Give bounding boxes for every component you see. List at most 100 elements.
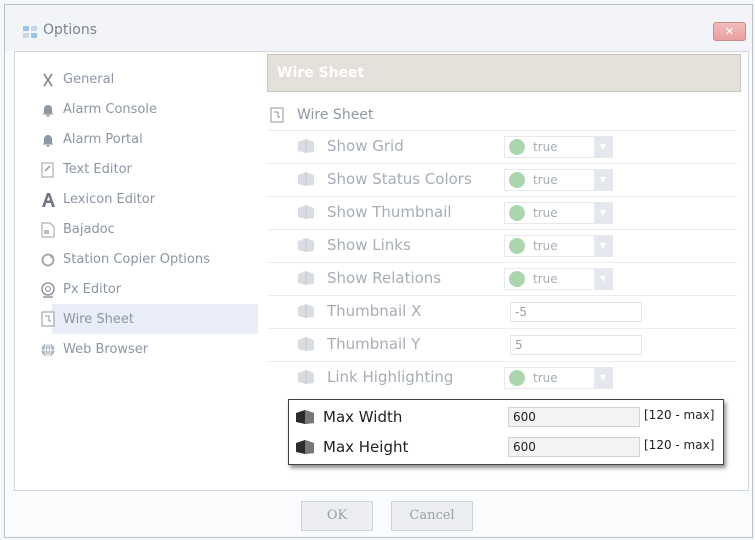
panel-header: Wire Sheet	[267, 54, 741, 92]
range-hint: [120 - max]	[644, 438, 715, 452]
vertical-scrollbar[interactable]	[742, 92, 748, 490]
boolean-status-dot	[509, 271, 525, 287]
property-row-show-status-colors: Show Status Colors true ▼	[267, 163, 737, 196]
sidebar-item-px-editor[interactable]: Px Editor	[41, 275, 258, 304]
property-label: Thumbnail X	[327, 302, 422, 320]
sidebar-item-label: Alarm Console	[63, 102, 157, 117]
property-label: Max Width	[323, 408, 403, 426]
boolean-status-dot	[509, 238, 525, 254]
sidebar-item-label: Px Editor	[63, 282, 122, 297]
boolean-value: true	[533, 371, 558, 385]
boolean-status-dot	[509, 370, 525, 386]
sidebar-item-label: Bajadoc	[63, 222, 115, 237]
wire-sheet-icon	[40, 311, 56, 327]
lexicon-a-icon	[40, 192, 56, 208]
property-slot-icon	[297, 204, 315, 224]
property-slot-icon	[295, 439, 315, 459]
boolean-value: true	[533, 206, 558, 220]
show-status-colors-select[interactable]: true ▼	[504, 169, 613, 191]
max-height-input[interactable]: 600	[508, 437, 640, 457]
property-row-max-height: Max Height 600 [120 - max]	[289, 432, 723, 462]
wire-sheet-section[interactable]: Wire Sheet	[267, 104, 737, 128]
globe-icon	[40, 342, 56, 358]
show-grid-select[interactable]: true ▼	[504, 136, 613, 158]
property-row-show-thumbnail: Show Thumbnail true ▼	[267, 196, 737, 229]
property-slot-icon	[297, 171, 315, 191]
px-editor-icon	[40, 281, 56, 298]
close-button[interactable]: ✕	[713, 22, 746, 41]
property-label: Show Thumbnail	[327, 203, 452, 221]
sidebar-item-label: Lexicon Editor	[63, 192, 156, 207]
boolean-status-dot	[509, 205, 525, 221]
show-relations-select[interactable]: true ▼	[504, 268, 613, 290]
sidebar-item-general[interactable]: General	[43, 65, 258, 94]
boolean-value: true	[533, 239, 558, 253]
property-label: Show Status Colors	[327, 170, 472, 188]
sidebar-item-label: Station Copier Options	[63, 252, 210, 267]
chevron-down-icon[interactable]: ▼	[594, 269, 612, 289]
property-label: Show Relations	[327, 269, 442, 287]
chevron-down-icon[interactable]: ▼	[594, 236, 612, 256]
boolean-status-dot	[509, 172, 525, 188]
x-tool-icon	[40, 72, 56, 88]
boolean-status-dot	[509, 139, 525, 155]
boolean-value: true	[533, 272, 558, 286]
chevron-down-icon[interactable]: ▼	[594, 368, 612, 388]
property-slot-icon	[295, 409, 315, 429]
section-label: Wire Sheet	[297, 107, 374, 123]
show-thumbnail-select[interactable]: true ▼	[504, 202, 613, 224]
boolean-value: true	[533, 173, 558, 187]
property-row-link-highlighting: Link Highlighting true ▼	[267, 361, 737, 394]
sidebar-item-bajadoc[interactable]: Bajadoc	[41, 215, 258, 244]
property-label: Show Links	[327, 236, 411, 254]
property-label: Show Grid	[327, 137, 404, 155]
sidebar-item-label: Alarm Portal	[63, 132, 143, 147]
close-icon: ✕	[724, 25, 735, 38]
link-highlighting-select[interactable]: true ▼	[504, 367, 613, 389]
chevron-down-icon[interactable]: ▼	[594, 203, 612, 223]
show-links-select[interactable]: true ▼	[504, 235, 613, 257]
property-row-thumbnail-y: Thumbnail Y 5	[267, 328, 737, 361]
property-row-max-width: Max Width 600 [120 - max]	[289, 402, 723, 432]
chevron-down-icon[interactable]: ▼	[594, 137, 612, 157]
ok-button[interactable]: OK	[301, 501, 373, 531]
property-slot-icon	[297, 138, 315, 158]
property-slot-icon	[297, 336, 315, 356]
property-row-thumbnail-x: Thumbnail X -5	[267, 295, 737, 328]
refresh-icon	[40, 252, 56, 268]
options-dialog: Options ✕ General Alarm Console Alarm Po…	[4, 4, 753, 538]
sidebar-item-lexicon-editor[interactable]: Lexicon Editor	[42, 185, 258, 214]
sidebar-item-text-editor[interactable]: Text Editor	[41, 155, 258, 184]
cancel-button[interactable]: Cancel	[391, 501, 473, 531]
range-hint: [120 - max]	[644, 408, 715, 422]
options-app-icon	[23, 26, 37, 38]
sidebar-item-alarm-portal[interactable]: Alarm Portal	[42, 125, 258, 154]
max-width-input[interactable]: 600	[508, 407, 640, 427]
boolean-value: true	[533, 140, 558, 154]
sidebar-item-wire-sheet[interactable]: Wire Sheet	[41, 304, 258, 334]
sidebar-item-web-browser[interactable]: Web Browser	[41, 335, 258, 364]
thumbnail-y-input[interactable]: 5	[510, 335, 642, 355]
property-label: Link Highlighting	[327, 368, 454, 386]
property-slot-icon	[297, 237, 315, 257]
sidebar-item-station-copier-options[interactable]: Station Copier Options	[41, 245, 258, 274]
property-row-show-grid: Show Grid true ▼	[267, 130, 737, 163]
thumbnail-x-input[interactable]: -5	[510, 302, 642, 322]
property-slot-icon	[297, 369, 315, 389]
property-row-show-relations: Show Relations true ▼	[267, 262, 737, 295]
property-label: Max Height	[323, 438, 409, 456]
bell-icon	[40, 102, 56, 118]
highlighted-properties-box: Max Width 600 [120 - max] Max Height 600…	[288, 399, 724, 465]
property-label: Thumbnail Y	[327, 335, 421, 353]
options-sidebar: General Alarm Console Alarm Portal Text …	[15, 52, 259, 490]
property-slot-icon	[297, 270, 315, 290]
sidebar-item-label: Text Editor	[63, 162, 132, 177]
title-bar[interactable]: Options ✕	[5, 5, 752, 51]
panel-header-title: Wire Sheet	[277, 65, 365, 81]
chevron-down-icon[interactable]: ▼	[594, 170, 612, 190]
property-row-show-links: Show Links true ▼	[267, 229, 737, 262]
text-editor-icon	[40, 162, 56, 178]
sidebar-item-alarm-console[interactable]: Alarm Console	[42, 95, 258, 124]
wire-sheet-icon	[270, 107, 284, 127]
window-title: Options	[43, 22, 98, 38]
